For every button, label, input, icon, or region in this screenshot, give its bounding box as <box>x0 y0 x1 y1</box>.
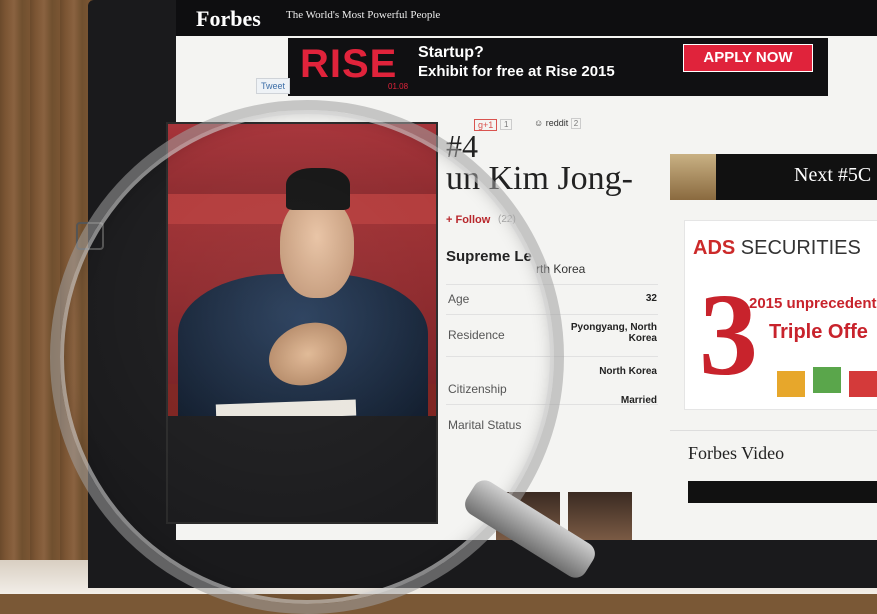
header-tagline[interactable]: The World's Most Powerful People <box>286 9 440 21</box>
rise-date: 01.08 <box>388 82 409 91</box>
site-logo[interactable]: Forbes <box>196 6 261 32</box>
ads-prefix: ADS <box>693 237 736 259</box>
video-player[interactable] <box>688 481 877 503</box>
age-value: 32 <box>645 293 657 304</box>
ad-line-1: 2015 unprecedent <box>749 295 877 312</box>
gplus-count: 1 <box>500 119 513 130</box>
apply-now-button[interactable]: APPLY NOW <box>683 44 813 72</box>
gift-icon <box>777 371 805 397</box>
gift-icon <box>813 367 841 393</box>
banner-subline: Exhibit for free at Rise 2015 <box>418 63 615 80</box>
next-label: Next #5C <box>794 164 872 186</box>
citizenship-value: North Korea <box>599 366 657 377</box>
tweet-button[interactable]: Tweet <box>256 78 291 94</box>
magnifier-rim <box>50 100 564 614</box>
banner-headline: Startup? <box>418 44 484 61</box>
video-title: Forbes Video <box>688 443 785 463</box>
reddit-icon: ☺ <box>534 118 546 128</box>
ad-big-number: 3 <box>699 269 758 400</box>
reddit-button[interactable]: ☺ reddit 2 <box>534 118 582 129</box>
forbes-video-section: Forbes Video <box>670 430 877 540</box>
rise-ad-banner[interactable]: RISE 01.08 Startup? Exhibit for free at … <box>288 38 828 96</box>
ads-logo: ADS SECURITIES <box>693 237 861 260</box>
marital-value: Married <box>620 395 657 406</box>
next-profile-link[interactable]: Next #5C <box>670 154 877 200</box>
scene: Forbes The World's Most Powerful People … <box>0 0 877 614</box>
residence-value: Pyongyang, North Korea <box>570 322 657 344</box>
ads-securities-ad[interactable]: ADS SECURITIES 3 2015 unprecedent Triple… <box>684 220 877 410</box>
site-header: Forbes The World's Most Powerful People <box>176 0 877 36</box>
ads-suffix: SECURITIES <box>735 237 861 259</box>
next-thumbnail <box>670 154 716 200</box>
gift-icon <box>849 371 877 397</box>
rise-logo: RISE <box>300 42 398 86</box>
thumbnail-image[interactable] <box>568 492 632 540</box>
reddit-label: reddit <box>545 118 569 128</box>
ad-line-2: Triple Offe <box>769 321 868 343</box>
reddit-count: 2 <box>570 118 582 129</box>
